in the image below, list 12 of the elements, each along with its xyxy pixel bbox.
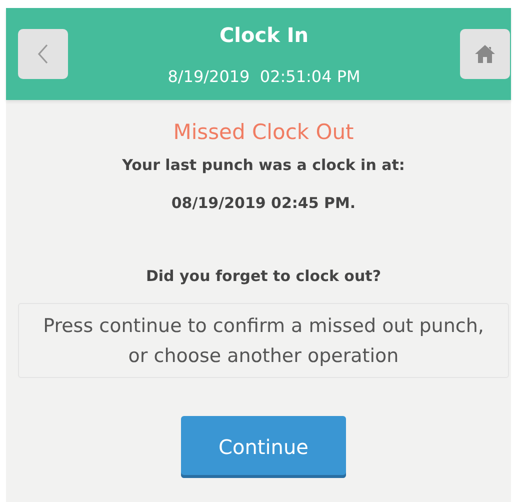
back-button[interactable] bbox=[18, 29, 68, 79]
notice-heading: Missed Clock Out bbox=[173, 120, 354, 144]
punch-time: 08/19/2019 02:45 PM. bbox=[171, 194, 356, 212]
message-box: Press continue to confirm a missed out punch, or choose another operation bbox=[18, 303, 509, 378]
page-title: Clock In bbox=[219, 22, 309, 46]
date-time: 8/19/2019 02:51:04 PM bbox=[168, 66, 360, 86]
home-icon bbox=[474, 44, 496, 64]
home-button[interactable] bbox=[460, 29, 510, 79]
question-text: Did you forget to clock out? bbox=[146, 267, 382, 285]
back-icon bbox=[37, 43, 49, 65]
notice-text: Your last punch was a clock in at: bbox=[122, 156, 405, 174]
continue-button[interactable]: Continue bbox=[181, 416, 346, 478]
